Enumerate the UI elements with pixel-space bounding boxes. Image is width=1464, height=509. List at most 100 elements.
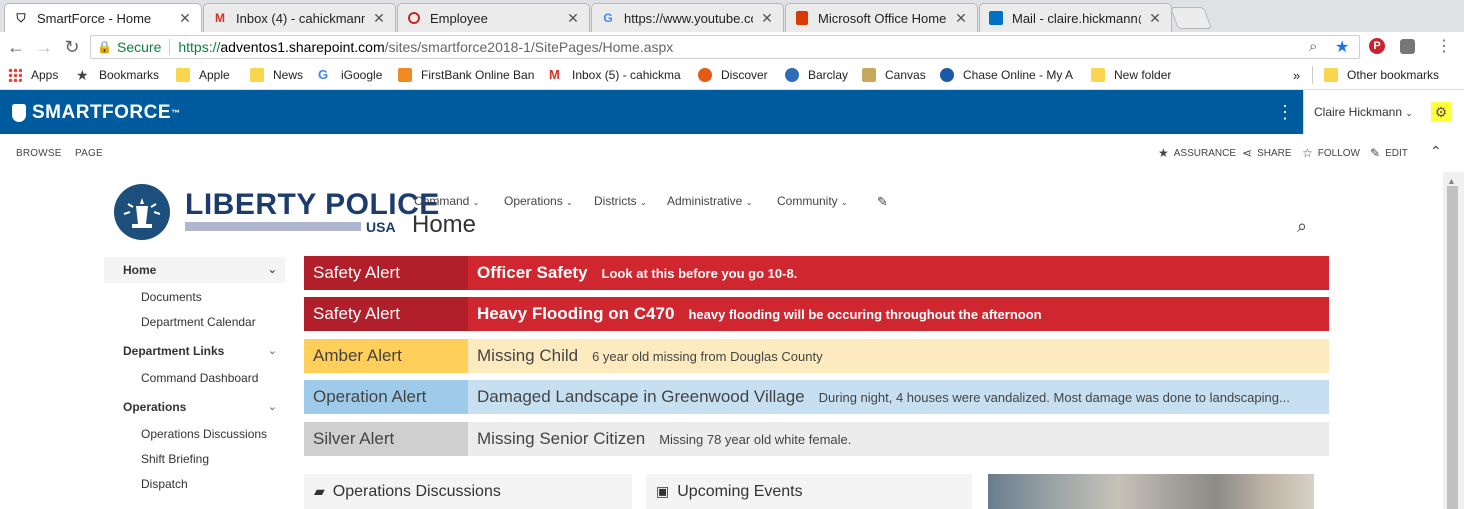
bookmark-apple[interactable]: Apple bbox=[176, 68, 230, 82]
tab-youtube[interactable]: G https://www.youtube.com ✕ bbox=[591, 3, 784, 32]
browser-menu-icon[interactable]: ⋮ bbox=[1436, 36, 1452, 56]
divider bbox=[1312, 66, 1313, 84]
divider bbox=[169, 39, 171, 55]
leftnav-section-department-links[interactable]: Department Links ⌄ bbox=[104, 338, 285, 364]
share-button[interactable]: ⋖ SHARE bbox=[1242, 146, 1292, 160]
bookmark-bookmarks[interactable]: ★ Bookmarks bbox=[76, 68, 159, 82]
leftnav-section-home[interactable]: Home ⌄ bbox=[104, 257, 285, 283]
alert-title: Officer Safety bbox=[477, 263, 588, 282]
bookmarks-overflow-button[interactable]: » bbox=[1293, 68, 1300, 83]
leftnav-item-documents[interactable]: Documents bbox=[141, 290, 202, 304]
scrollbar-thumb[interactable] bbox=[1447, 186, 1458, 509]
bookmark-igoogle[interactable]: G iGoogle bbox=[318, 68, 382, 82]
bookmark-label: Inbox (5) - cahickma bbox=[572, 68, 681, 82]
topnav-administrative[interactable]: Administrative ⌄ bbox=[667, 194, 752, 208]
reload-icon[interactable]: ↻ bbox=[61, 36, 83, 58]
tab-inbox[interactable]: M Inbox (4) - cahickmann@ ✕ bbox=[203, 3, 396, 32]
bookmark-discover[interactable]: Discover bbox=[698, 68, 768, 82]
webpart-operations-discussions[interactable]: ▰ Operations Discussions bbox=[304, 474, 632, 509]
tab-title: Microsoft Office Home bbox=[818, 10, 947, 26]
gear-icon[interactable]: ⚙ bbox=[1431, 102, 1451, 122]
close-icon[interactable]: ✕ bbox=[1147, 10, 1163, 27]
tab-mail[interactable]: Mail - claire.hickmann@a ✕ bbox=[979, 3, 1172, 32]
forward-arrow-icon[interactable]: → bbox=[33, 36, 55, 58]
liberty-police-logo[interactable] bbox=[114, 184, 170, 240]
alert-message: 6 year old missing from Douglas County bbox=[592, 348, 823, 364]
shield-icon bbox=[12, 104, 26, 122]
bookmark-chase[interactable]: Chase Online - My A bbox=[940, 68, 1077, 82]
address-bar[interactable]: 🔒 Secure https://adventos1.sharepoint.co… bbox=[90, 35, 1360, 59]
bookmark-canvas[interactable]: Canvas bbox=[862, 68, 926, 82]
ribbon-tab-page[interactable]: PAGE bbox=[75, 148, 103, 159]
chevron-down-icon[interactable]: ⌄ bbox=[268, 338, 277, 364]
bookmark-firstbank[interactable]: FirstBank Online Ban bbox=[398, 68, 536, 82]
alert-row[interactable]: Silver Alert Missing Senior Citizen Miss… bbox=[304, 422, 1329, 456]
search-icon[interactable]: ⌕ bbox=[1297, 216, 1307, 237]
user-name[interactable]: Claire Hickmann ⌄ bbox=[1314, 105, 1413, 119]
new-tab-button[interactable] bbox=[1169, 7, 1213, 29]
leftnav-item-operations-discussions[interactable]: Operations Discussions bbox=[141, 427, 267, 441]
more-options-icon[interactable]: ⋮ bbox=[1276, 102, 1294, 122]
edit-button[interactable]: ✎ EDIT bbox=[1370, 146, 1408, 160]
bookmark-barclay[interactable]: Barclay bbox=[785, 68, 848, 82]
user-menu[interactable]: Claire Hickmann ⌄ ⚙ bbox=[1303, 90, 1464, 134]
folder-icon bbox=[1091, 68, 1105, 82]
close-icon[interactable]: ✕ bbox=[177, 10, 193, 27]
brand-logo[interactable]: SMARTFORCE ™ bbox=[12, 102, 181, 124]
alert-row[interactable]: Operation Alert Damaged Landscape in Gre… bbox=[304, 380, 1329, 414]
tab-smartforce-home[interactable]: ⛉ SmartForce - Home ✕ bbox=[4, 3, 202, 33]
ribbon-tab-browse[interactable]: BROWSE bbox=[16, 148, 62, 159]
leftnav-item-department-calendar[interactable]: Department Calendar bbox=[141, 315, 256, 329]
chevron-down-icon[interactable]: ⌄ bbox=[268, 394, 277, 420]
back-arrow-icon[interactable]: ← bbox=[5, 36, 27, 58]
bookmark-new-folder[interactable]: New folder bbox=[1091, 68, 1171, 82]
leftnav-item-dispatch[interactable]: Dispatch bbox=[141, 477, 188, 491]
chevron-down-icon[interactable]: ⌄ bbox=[268, 257, 277, 283]
alert-type: Amber Alert bbox=[304, 339, 468, 373]
bookmark-label: Other bookmarks bbox=[1347, 68, 1440, 82]
leftnav-item-shift-briefing[interactable]: Shift Briefing bbox=[141, 452, 209, 466]
bookmark-inbox[interactable]: M Inbox (5) - cahickma bbox=[549, 68, 685, 82]
pinterest-icon[interactable]: P bbox=[1369, 38, 1385, 54]
alert-row[interactable]: Amber Alert Missing Child 6 year old mis… bbox=[304, 339, 1329, 373]
bookmark-star-icon[interactable]: ★ bbox=[1335, 37, 1349, 57]
action-label: ASSURANCE bbox=[1173, 147, 1237, 159]
topnav-label: Command bbox=[414, 194, 470, 208]
zoom-icon[interactable]: ⌕ bbox=[1309, 38, 1317, 55]
alert-title: Damaged Landscape in Greenwood Village bbox=[477, 387, 805, 406]
section-label: Department Links bbox=[123, 344, 225, 358]
action-label: SHARE bbox=[1257, 147, 1292, 159]
tab-employee[interactable]: Employee ✕ bbox=[397, 3, 590, 32]
topnav-operations[interactable]: Operations ⌄ bbox=[504, 194, 573, 208]
other-bookmarks[interactable]: Other bookmarks bbox=[1324, 68, 1439, 82]
close-icon[interactable]: ✕ bbox=[759, 10, 775, 27]
extension-icon[interactable] bbox=[1400, 39, 1415, 54]
topnav-community[interactable]: Community ⌄ bbox=[777, 194, 848, 208]
close-icon[interactable]: ✕ bbox=[953, 10, 969, 27]
collapse-ribbon-icon[interactable]: ⌃ bbox=[1430, 143, 1442, 160]
assurance-button[interactable]: ★ ASSURANCE bbox=[1158, 146, 1236, 160]
edit-links-pencil-icon[interactable]: ✎ bbox=[877, 194, 888, 210]
topnav-command[interactable]: Command ⌄ bbox=[414, 194, 479, 208]
bookmark-label: New folder bbox=[1114, 68, 1172, 82]
alert-type: Safety Alert bbox=[304, 297, 468, 331]
news-photo[interactable] bbox=[988, 474, 1314, 509]
close-icon[interactable]: ✕ bbox=[565, 10, 581, 27]
close-icon[interactable]: ✕ bbox=[371, 10, 387, 27]
tab-office[interactable]: Microsoft Office Home ✕ bbox=[785, 3, 978, 32]
leftnav-section-operations[interactable]: Operations ⌄ bbox=[104, 394, 285, 420]
google-icon: G bbox=[318, 68, 329, 82]
chevron-down-icon: ⌄ bbox=[566, 198, 573, 207]
follow-button[interactable]: ☆ FOLLOW bbox=[1302, 146, 1360, 160]
chase-icon bbox=[940, 68, 954, 82]
scroll-up-arrow-icon[interactable]: ▲ bbox=[1447, 176, 1456, 186]
webpart-upcoming-events[interactable]: ▣ Upcoming Events bbox=[646, 474, 972, 509]
alert-row[interactable]: Safety Alert Heavy Flooding on C470 heav… bbox=[304, 297, 1329, 331]
alert-row[interactable]: Safety Alert Officer Safety Look at this… bbox=[304, 256, 1329, 290]
bookmark-apps[interactable]: Apps bbox=[8, 68, 58, 82]
folder-icon bbox=[250, 68, 264, 82]
bookmark-news[interactable]: News bbox=[250, 68, 303, 82]
leftnav-item-command-dashboard[interactable]: Command Dashboard bbox=[141, 371, 258, 385]
folder-icon bbox=[176, 68, 190, 82]
topnav-districts[interactable]: Districts ⌄ bbox=[594, 194, 647, 208]
